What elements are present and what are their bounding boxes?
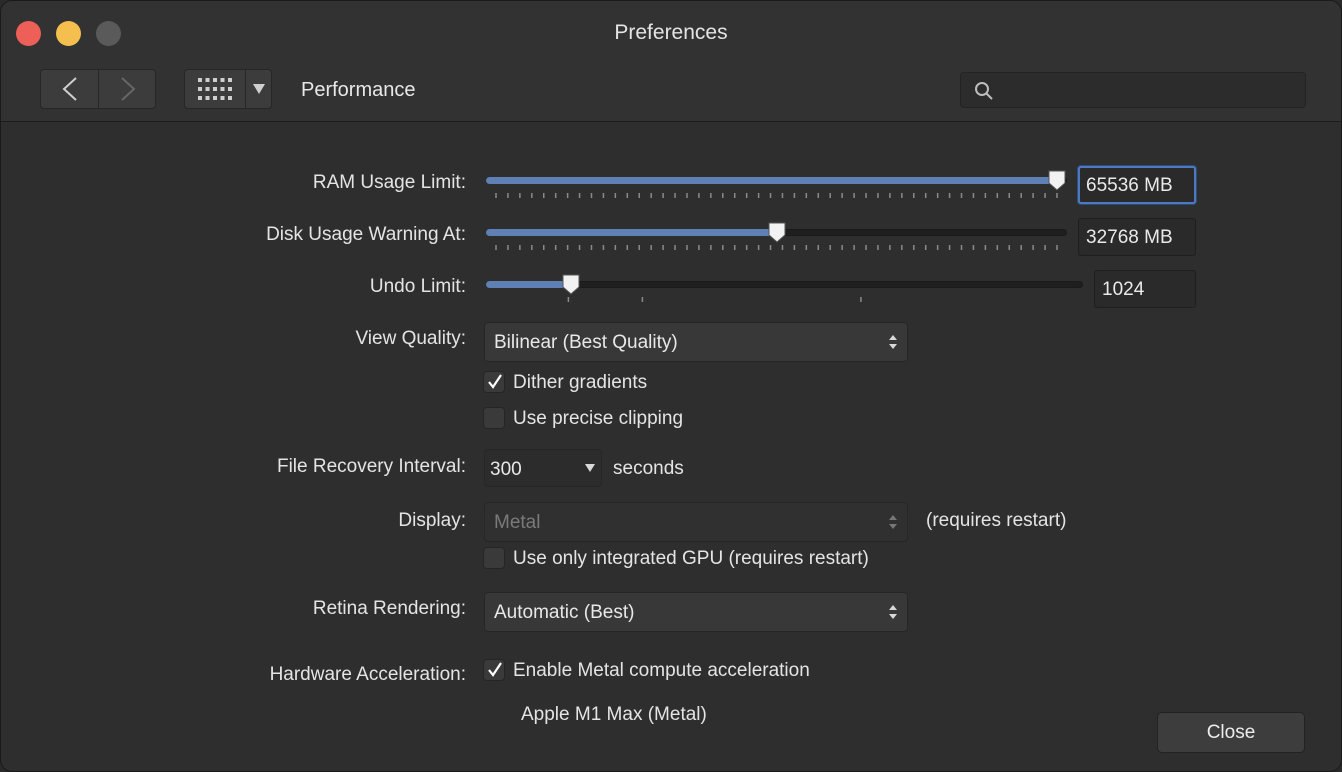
display-label: Display: <box>398 510 466 531</box>
triangle-down-icon <box>585 464 595 472</box>
slider-ticks <box>495 245 1058 250</box>
disk-usage-slider[interactable] <box>486 219 1067 259</box>
show-all-segment <box>184 69 272 109</box>
preferences-window: Preferences Performance RAM Usage Limit:… <box>0 0 1342 772</box>
ram-usage-field[interactable]: 65536 MB <box>1078 166 1196 204</box>
file-recovery-value: 300 <box>490 459 522 480</box>
file-recovery-unit: seconds <box>613 458 684 479</box>
up-down-arrows-icon <box>889 605 897 619</box>
integrated-gpu-checkbox[interactable] <box>483 547 505 569</box>
gpu-device-name: Apple M1 Max (Metal) <box>521 704 707 725</box>
toolbar: Performance <box>1 65 1341 122</box>
slider-thumb[interactable] <box>767 222 787 244</box>
display-popup[interactable]: Metal <box>484 502 908 542</box>
display-restart-note: (requires restart) <box>926 510 1067 531</box>
search-field[interactable] <box>960 72 1306 109</box>
metal-compute-checkbox[interactable] <box>483 659 505 681</box>
search-icon <box>975 82 993 100</box>
slider-thumb[interactable] <box>561 274 581 296</box>
show-all-button[interactable] <box>185 70 245 108</box>
up-down-arrows-icon <box>889 335 897 349</box>
disk-usage-field[interactable]: 32768 MB <box>1078 218 1196 256</box>
triangle-down-icon <box>253 84 265 94</box>
page-title: Performance <box>301 79 416 101</box>
file-recovery-label: File Recovery Interval: <box>276 456 466 477</box>
disk-usage-label: Disk Usage Warning At: <box>266 224 466 245</box>
title-bar: Preferences <box>1 1 1341 65</box>
slider-ticks <box>495 193 1058 198</box>
dither-gradients-label: Dither gradients <box>513 372 648 393</box>
chevron-right-icon <box>120 77 135 101</box>
view-quality-label: View Quality: <box>355 328 466 349</box>
display-value: Metal <box>494 512 541 533</box>
slider-fill <box>486 281 571 288</box>
back-button[interactable] <box>41 70 98 108</box>
forward-button[interactable] <box>99 70 156 108</box>
file-recovery-combobox[interactable]: 300 <box>484 449 602 487</box>
checkmark-icon <box>488 662 502 677</box>
navigation-segment <box>40 69 156 109</box>
view-quality-popup[interactable]: Bilinear (Best Quality) <box>484 322 908 362</box>
hardware-acceleration-label: Hardware Acceleration: <box>269 664 466 685</box>
ram-usage-slider[interactable] <box>486 167 1067 207</box>
metal-compute-label: Enable Metal compute acceleration <box>513 660 810 681</box>
ram-usage-label: RAM Usage Limit: <box>312 172 466 193</box>
undo-limit-slider[interactable] <box>486 271 1083 311</box>
precise-clipping-checkbox[interactable] <box>483 407 505 429</box>
dither-gradients-checkbox[interactable] <box>483 371 505 393</box>
retina-rendering-value: Automatic (Best) <box>494 602 635 623</box>
slider-ticks <box>567 297 862 302</box>
grid-icon <box>198 78 232 100</box>
undo-limit-label: Undo Limit: <box>369 276 466 297</box>
slider-thumb[interactable] <box>1047 170 1067 192</box>
search-input[interactable] <box>1001 73 1295 109</box>
precise-clipping-label: Use precise clipping <box>513 408 684 429</box>
close-button[interactable]: Close <box>1157 712 1305 753</box>
integrated-gpu-label: Use only integrated GPU (requires restar… <box>513 548 869 569</box>
up-down-arrows-icon <box>889 515 897 529</box>
undo-limit-field[interactable]: 1024 <box>1094 270 1196 308</box>
chevron-left-icon <box>62 77 77 101</box>
retina-rendering-label: Retina Rendering: <box>312 598 466 619</box>
slider-fill <box>486 229 777 236</box>
slider-fill <box>486 177 1057 184</box>
window-title: Preferences <box>614 21 728 44</box>
checkmark-icon <box>488 374 502 389</box>
retina-rendering-popup[interactable]: Automatic (Best) <box>484 592 908 632</box>
view-quality-value: Bilinear (Best Quality) <box>494 332 678 353</box>
show-all-dropdown-button[interactable] <box>246 70 272 108</box>
